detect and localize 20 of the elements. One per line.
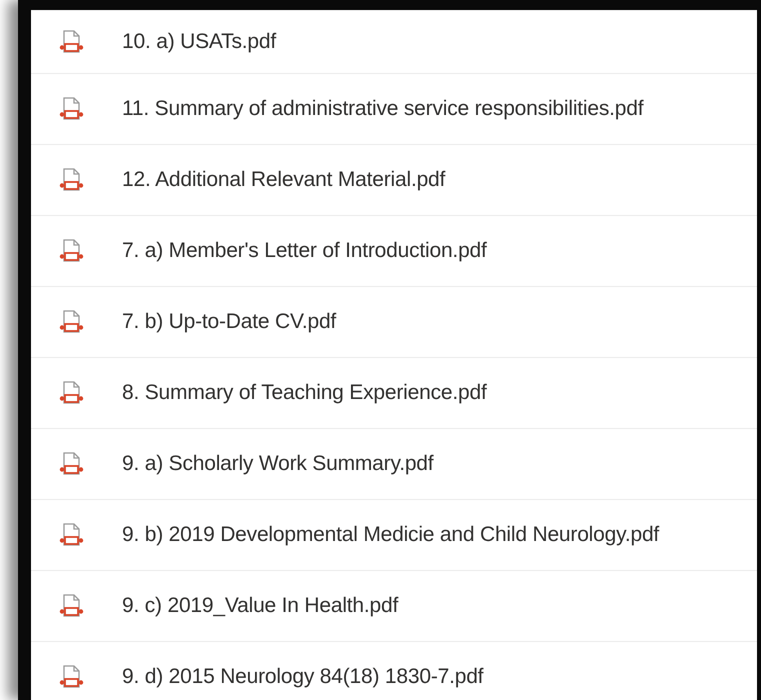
pdf-file-icon: [58, 29, 84, 55]
file-name[interactable]: 11. Summary of administrative service responsibilities.pdf: [122, 97, 644, 121]
file-name[interactable]: 9. c) 2019_Value In Health.pdf: [122, 594, 398, 618]
file-name[interactable]: 12. Additional Relevant Material.pdf: [122, 168, 446, 192]
pdf-file-icon: [58, 593, 84, 619]
file-name[interactable]: 7. b) Up-to-Date CV.pdf: [122, 310, 336, 334]
file-name[interactable]: 10. a) USATs.pdf: [122, 30, 276, 54]
pdf-file-icon: [58, 96, 84, 122]
file-name[interactable]: 9. a) Scholarly Work Summary.pdf: [122, 452, 434, 476]
pdf-file-icon: [58, 664, 84, 690]
pdf-file-icon: [58, 238, 84, 264]
file-name[interactable]: 9. b) 2019 Developmental Medicie and Child Neurology.pdf: [122, 523, 660, 547]
pdf-file-icon: [58, 522, 84, 548]
pdf-file-icon: [58, 380, 84, 406]
file-name[interactable]: 8. Summary of Teaching Experience.pdf: [122, 381, 487, 405]
pdf-file-icon: [58, 167, 84, 193]
pdf-file-icon: [58, 451, 84, 477]
file-name[interactable]: 7. a) Member's Letter of Introduction.pdf: [122, 239, 487, 263]
file-name[interactable]: 9. d) 2015 Neurology 84(18) 1830-7.pdf: [122, 665, 484, 689]
pdf-file-icon: [58, 309, 84, 335]
